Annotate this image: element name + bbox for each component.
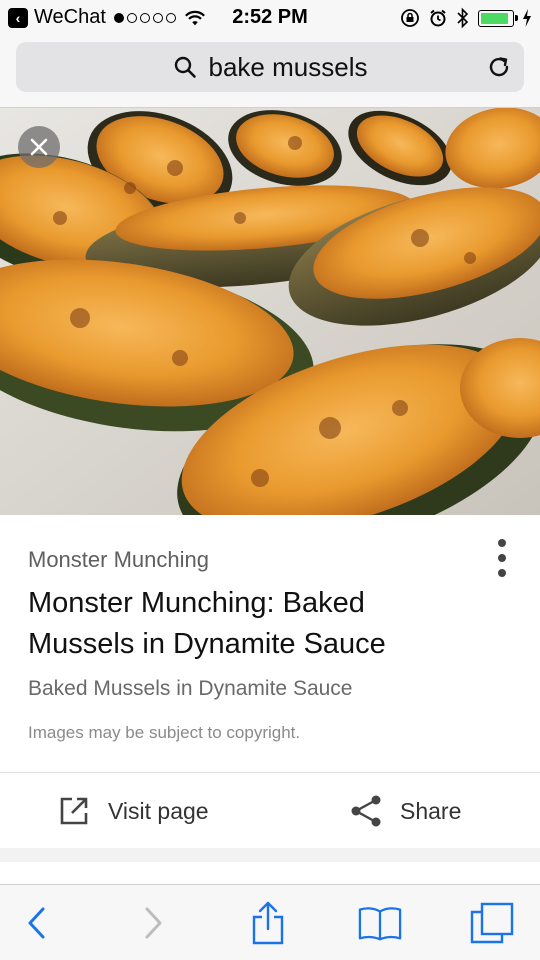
address-bar-container: bake mussels xyxy=(0,36,540,108)
result-source: Monster Munching xyxy=(28,547,209,572)
share-button[interactable]: Share xyxy=(350,789,461,833)
battery-icon xyxy=(478,9,518,27)
baked-mussels-photo xyxy=(0,108,540,515)
bookmarks-icon xyxy=(358,907,402,941)
bluetooth-icon xyxy=(457,7,469,29)
charging-icon xyxy=(523,9,531,27)
wifi-icon xyxy=(184,10,205,25)
reload-icon[interactable] xyxy=(486,54,512,80)
more-dot xyxy=(498,539,506,547)
close-icon xyxy=(30,138,48,156)
rotation-lock-icon xyxy=(401,9,419,27)
share-page-icon xyxy=(252,901,284,945)
battery-level xyxy=(481,12,508,24)
share-label: Share xyxy=(400,797,462,824)
signal-dot xyxy=(139,12,150,23)
search-query[interactable]: bake mussels xyxy=(209,52,368,83)
address-bar[interactable]: bake mussels xyxy=(16,42,524,92)
more-dot xyxy=(498,554,506,562)
back-icon xyxy=(28,907,45,939)
image-result-card: Monster Munching Monster Munching: Baked… xyxy=(0,515,540,848)
back-to-app-label[interactable]: WeChat xyxy=(34,6,106,29)
result-subtitle: Baked Mussels in Dynamite Sauce xyxy=(28,677,353,700)
divider xyxy=(0,772,540,773)
alarm-icon xyxy=(430,9,446,27)
result-image[interactable] xyxy=(0,108,540,515)
signal-dot xyxy=(165,12,176,23)
share-page-button[interactable] xyxy=(246,901,290,945)
back-button[interactable] xyxy=(14,901,58,945)
back-to-app-icon[interactable]: ‹ xyxy=(8,7,28,28)
signal-strength xyxy=(113,12,176,23)
visit-page-label: Visit page xyxy=(108,797,209,824)
copyright-notice: Images may be subject to copyright. xyxy=(28,723,301,742)
bookmarks-button[interactable] xyxy=(358,901,402,945)
forward-icon xyxy=(145,907,162,939)
more-vert-icon[interactable] xyxy=(496,539,508,577)
visit-page-button[interactable]: Visit page xyxy=(58,789,209,833)
tabs-button[interactable] xyxy=(470,901,514,945)
status-bar: ‹ WeChat 2:52 PM xyxy=(0,0,540,36)
browser-toolbar xyxy=(0,884,540,960)
signal-dot xyxy=(152,12,163,23)
signal-dot xyxy=(126,12,137,23)
forward-button[interactable] xyxy=(132,901,176,945)
search-icon xyxy=(174,56,196,78)
tabs-icon xyxy=(470,902,514,944)
status-right xyxy=(400,7,532,29)
close-image-button[interactable] xyxy=(18,126,60,168)
result-title[interactable]: Monster Munching: Baked Mussels in Dynam… xyxy=(28,583,468,665)
open-external-icon xyxy=(60,797,88,825)
more-dot xyxy=(498,569,506,577)
status-left: ‹ WeChat xyxy=(8,6,206,29)
share-icon xyxy=(351,795,381,827)
signal-dot xyxy=(113,12,124,23)
